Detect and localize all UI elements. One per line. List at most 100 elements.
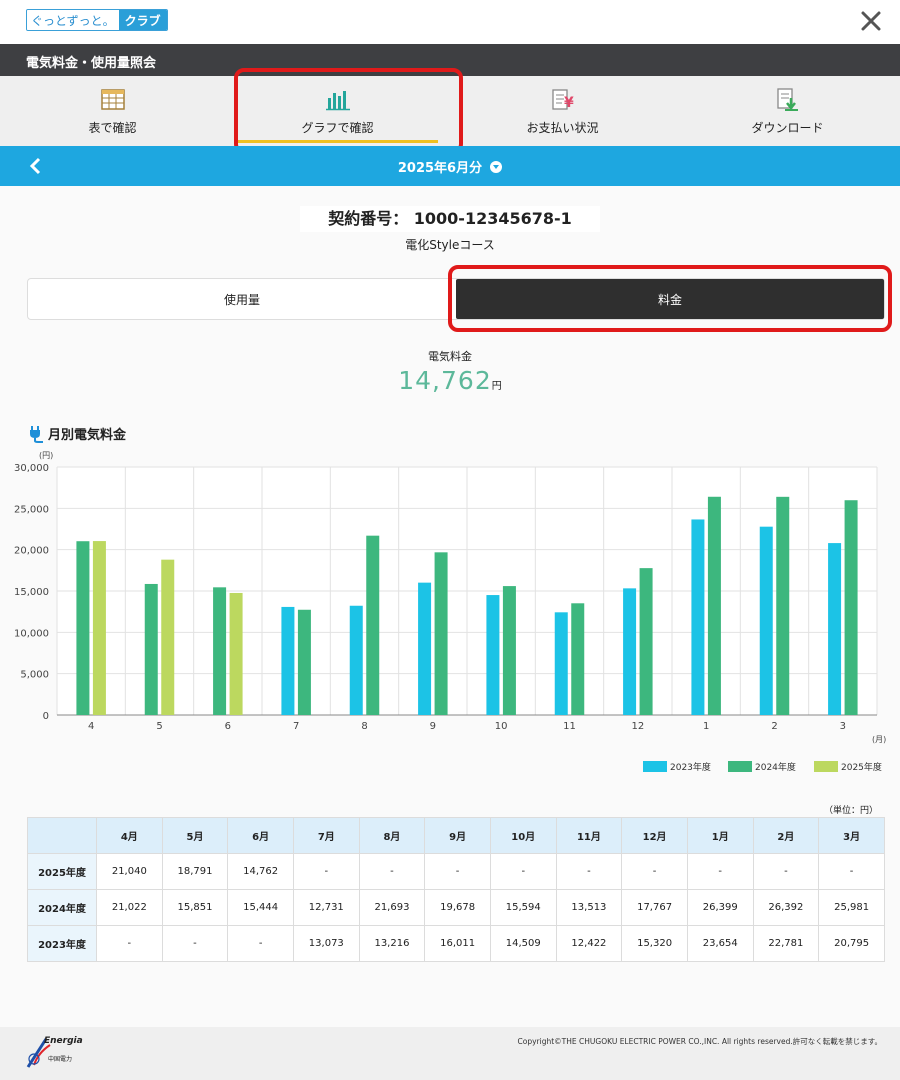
x-tick-label: 11 (563, 721, 576, 732)
yen-document-icon: ¥ (551, 88, 574, 111)
bar (707, 496, 721, 715)
fee-table: 4月 5月 6月 7月 8月 9月 10月 11月 12月 1月 2月 3月 2025年度 21,040… (27, 817, 885, 962)
table-cell: - (621, 853, 688, 890)
x-tick-label: 8 (361, 721, 367, 732)
bar (776, 496, 790, 715)
usage-button[interactable]: 使用量 (28, 279, 456, 319)
x-tick-label: 5 (156, 721, 162, 732)
table-cell: - (161, 925, 229, 962)
table-cell: 19,678 (424, 889, 491, 926)
close-icon[interactable] (856, 6, 886, 36)
table-cell: 26,399 (686, 889, 754, 926)
y-tick-label: 10,000 (14, 628, 49, 639)
bar (161, 559, 175, 715)
x-tick-label: 9 (430, 721, 436, 732)
table-header-row: 4月 5月 6月 7月 8月 9月 10月 11月 12月 1月 2月 3月 (27, 817, 885, 854)
download-icon (776, 87, 798, 111)
legend-swatch (814, 761, 838, 772)
table-corner-cell (27, 817, 97, 854)
table-cell: 13,513 (555, 889, 623, 926)
x-tick-label: 1 (703, 721, 709, 732)
month-selector[interactable]: 2025年6月分 (0, 157, 900, 176)
table-row-year: 2025年度 (27, 853, 97, 890)
table-cell: 15,320 (621, 925, 688, 962)
contract-number: 契約番号： 1000-12345678-1 (300, 206, 600, 232)
tab-download-label: ダウンロード (751, 120, 824, 135)
x-tick-label: 3 (840, 721, 846, 732)
table-cell: - (227, 925, 294, 962)
table-cell: 26,392 (752, 889, 820, 926)
highlight-box-fee-button (448, 265, 892, 332)
table-row: 2025年度 21,040 18,791 14,762- - - - - - - - - (27, 853, 885, 890)
fee-label: 電気料金 (428, 350, 472, 363)
table-cell: - (292, 853, 360, 890)
logo-text-left: ぐっとずっと。 (27, 10, 119, 30)
table-header-month: 8月 (358, 817, 426, 854)
y-tick-label: 20,000 (14, 546, 49, 557)
table-cell: 23,654 (686, 925, 754, 962)
svg-text:¥: ¥ (564, 95, 574, 111)
table-cell: 21,022 (96, 889, 163, 926)
table-header-month: 7月 (292, 817, 360, 854)
table-header-month: 2月 (752, 817, 820, 854)
bar (486, 595, 500, 715)
top-bar: ぐっとずっと。 クラブ (0, 0, 900, 44)
table-header-month: 4月 (96, 817, 163, 854)
table-cell: 13,216 (358, 925, 426, 962)
x-tick-label: 4 (88, 721, 94, 732)
table-cell: - (555, 853, 623, 890)
table-cell: - (752, 853, 820, 890)
highlight-box-graph-tab (234, 68, 463, 154)
tab-table[interactable]: 表で確認 (0, 76, 225, 146)
y-tick-label: 0 (43, 711, 49, 722)
tab-table-label: 表で確認 (88, 120, 137, 135)
x-tick-label: 7 (293, 721, 299, 732)
bar (144, 583, 158, 715)
table-cell: 18,791 (161, 853, 229, 890)
bar (571, 603, 585, 715)
table-cell: - (96, 925, 163, 962)
x-tick-label: 2 (771, 721, 777, 732)
bar (297, 609, 311, 715)
tab-payment-label: お支払い状況 (526, 120, 599, 135)
y-axis-unit: (円) (39, 451, 53, 460)
table-header-month: 12月 (621, 817, 688, 854)
y-tick-label: 25,000 (14, 504, 49, 515)
fee-value: 14,762 (398, 366, 492, 395)
bar (418, 582, 432, 715)
bar (759, 526, 773, 715)
x-tick-label: 10 (495, 721, 508, 732)
table-cell: 14,762 (227, 853, 294, 890)
bar (554, 612, 568, 715)
bar (366, 535, 380, 715)
table-cell: 13,073 (292, 925, 360, 962)
table-row-year: 2024年度 (27, 889, 97, 926)
tab-payment[interactable]: ¥ お支払い状況 (450, 76, 675, 146)
plug-icon (30, 425, 43, 443)
footer: Energia 中国電力 Copyright©THE CHUGOKU ELECT… (0, 1027, 900, 1080)
table-cell: 12,422 (555, 925, 623, 962)
legend-swatch (728, 761, 752, 772)
table-header-month: 11月 (555, 817, 623, 854)
tab-download[interactable]: ダウンロード (675, 76, 900, 146)
table-header-month: 6月 (227, 817, 294, 854)
y-tick-label: 5,000 (20, 670, 49, 681)
chevron-down-icon (490, 161, 503, 173)
table-cell: 22,781 (752, 925, 820, 962)
table-header-month: 10月 (489, 817, 557, 854)
bar (349, 605, 363, 715)
monthly-fee-chart: 0 5,000 10,000 15,000 20,000 25,000 30,000 4 5 6 7… (14, 451, 886, 773)
table-header-month: 3月 (818, 817, 885, 854)
copyright: Copyright©THE CHUGOKU ELECTRIC POWER CO.… (517, 1037, 882, 1046)
bar (502, 586, 516, 715)
legend-label: 2025年度 (841, 761, 882, 773)
site-logo[interactable]: ぐっとずっと。 クラブ (26, 9, 168, 31)
table-row: 2023年度 - - -13,073 13,216 16,011 14,509 12,422 1… (27, 925, 885, 962)
table-cell: 21,693 (358, 889, 426, 926)
bar (844, 500, 858, 715)
legend-label: 2024年度 (755, 761, 796, 773)
legend-swatch (643, 761, 667, 772)
bar (691, 519, 705, 715)
bar (229, 592, 243, 715)
month-label: 2025年6月分 (397, 161, 483, 176)
